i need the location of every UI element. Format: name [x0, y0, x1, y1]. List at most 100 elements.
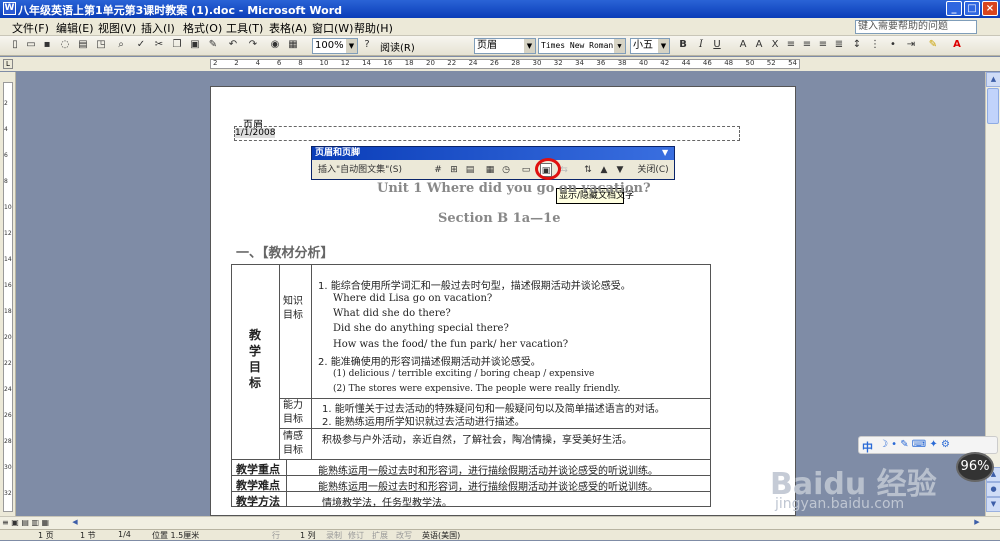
- select-browse-object-icon[interactable]: ●: [986, 482, 1000, 497]
- distribute-icon[interactable]: ≣: [832, 38, 846, 52]
- save-icon[interactable]: ▪: [40, 38, 54, 52]
- style-select[interactable]: 页眉 ▼: [474, 38, 536, 54]
- format-painter-icon[interactable]: ✎: [206, 38, 220, 52]
- menu-insert[interactable]: 插入(I): [141, 20, 175, 36]
- print-icon[interactable]: ▤: [76, 38, 90, 52]
- underline-button[interactable]: U: [710, 38, 724, 52]
- copy-icon[interactable]: ❐: [170, 38, 184, 52]
- vertical-ruler-tick-label: 20: [4, 334, 12, 341]
- menu-edit[interactable]: 编辑(E): [56, 20, 94, 36]
- highlight-color-icon[interactable]: ✎: [926, 38, 940, 52]
- goals-label: 教学目标: [249, 328, 262, 390]
- help-icon[interactable]: ?: [360, 38, 374, 52]
- show-previous-icon[interactable]: ▲: [598, 163, 610, 177]
- menu-tools[interactable]: 工具(T): [226, 20, 263, 36]
- char-border-icon[interactable]: A: [736, 38, 750, 52]
- ruler-tick-label: 32: [553, 59, 563, 67]
- page-setup-icon[interactable]: ▭: [520, 163, 532, 177]
- emotion-line: 积极参与户外活动，亲近自然，了解社会，陶冶情操，享受美好生活。: [322, 435, 632, 446]
- zoom-select[interactable]: 100% ▼: [312, 38, 358, 54]
- new-document-icon[interactable]: ▯: [8, 38, 22, 52]
- knowledge-line: (1) delicious / terrible exciting / bori…: [333, 369, 595, 379]
- align-right-icon[interactable]: ≡: [816, 38, 830, 52]
- font-color-icon[interactable]: A: [950, 38, 964, 52]
- header-footer-toolbar: 页眉和页脚 ▼ 插入"自动图文集"(S) # ⊞ ▤ ▦ ◷ ▭ ▣ ⇆ ⇅ ▲…: [311, 146, 675, 180]
- minimize-button[interactable]: _: [946, 1, 962, 16]
- menu-file[interactable]: 文件(F): [12, 20, 49, 36]
- close-header-footer-button[interactable]: 关闭(C): [634, 163, 672, 177]
- tab-selector-icon[interactable]: L: [3, 59, 13, 69]
- scroll-left-icon[interactable]: ◀: [70, 518, 80, 528]
- scroll-right-icon[interactable]: ▶: [972, 518, 982, 528]
- menu-bar: 文件(F) 编辑(E) 视图(V) 插入(I) 格式(O) 工具(T) 表格(A…: [0, 18, 1000, 36]
- knowledge-line: Where did Lisa go on vacation?: [333, 293, 493, 304]
- ruler-tick-label: 52: [766, 59, 776, 67]
- hyperlink-icon[interactable]: ◉: [268, 38, 282, 52]
- undo-icon[interactable]: ↶: [226, 38, 240, 52]
- show-next-icon[interactable]: ▼: [614, 163, 626, 177]
- menu-view[interactable]: 视图(V): [98, 20, 136, 36]
- paste-icon[interactable]: ▣: [188, 38, 202, 52]
- status-overtype[interactable]: 改写: [396, 530, 412, 541]
- bullets-icon[interactable]: •: [886, 38, 900, 52]
- toolbar-options-icon[interactable]: ▼: [662, 148, 668, 157]
- open-folder-icon[interactable]: ▭: [24, 38, 38, 52]
- menu-window[interactable]: 窗口(W): [312, 20, 353, 36]
- word-app-icon[interactable]: W: [3, 2, 16, 15]
- vertical-ruler-tick-label: 32: [4, 490, 12, 497]
- numbering-icon[interactable]: ⋮: [868, 38, 882, 52]
- ruler-tick-label: 46: [702, 59, 712, 67]
- insert-time-icon[interactable]: ◷: [500, 163, 512, 177]
- insert-autotext-button[interactable]: 插入"自动图文集"(S): [318, 163, 422, 177]
- vertical-ruler-tick-label: 14: [4, 256, 12, 263]
- vertical-ruler[interactable]: 2 4 6 8 10 12 14 16 18 20 22 24 26 28 30 32: [0, 72, 16, 516]
- horizontal-ruler[interactable]: L 2 2 4 6 8 10 12 14 16 18 20 22 24 26 28 30 32 34 36 38 40 4…: [0, 57, 1000, 71]
- print-preview-icon[interactable]: ◳: [94, 38, 108, 52]
- insert-date-icon[interactable]: ▦: [484, 163, 496, 177]
- maximize-button[interactable]: □: [964, 1, 980, 16]
- status-extend[interactable]: 扩展: [372, 530, 388, 541]
- char-shading-icon[interactable]: A: [752, 38, 766, 52]
- align-justify-icon[interactable]: ≡: [784, 38, 798, 52]
- insert-page-number-icon[interactable]: #: [432, 163, 444, 177]
- status-track[interactable]: 修订: [348, 530, 364, 541]
- menu-format[interactable]: 格式(O): [183, 20, 222, 36]
- close-button[interactable]: ×: [982, 1, 998, 16]
- menu-help[interactable]: 帮助(H): [354, 20, 393, 36]
- table-divider: [279, 398, 711, 399]
- research-icon[interactable]: ⌕: [114, 38, 128, 52]
- scrollbar-thumb[interactable]: [987, 88, 999, 124]
- next-page-icon[interactable]: ▼: [986, 497, 1000, 512]
- status-line: 行: [272, 531, 280, 540]
- font-select[interactable]: Times New Roman ▼: [538, 38, 626, 54]
- permission-icon[interactable]: ◌: [58, 38, 72, 52]
- italic-button[interactable]: I: [694, 38, 708, 52]
- insert-page-count-icon[interactable]: ⊞: [448, 163, 460, 177]
- spelling-icon[interactable]: ✓: [134, 38, 148, 52]
- redo-icon[interactable]: ↷: [246, 38, 260, 52]
- ime-language[interactable]: 中: [862, 439, 873, 455]
- format-page-number-icon[interactable]: ▤: [464, 163, 476, 177]
- menu-table[interactable]: 表格(A): [269, 20, 307, 36]
- ime-tools-icon[interactable]: ☽ • ✎ ⌨ ✦ ⚙: [879, 439, 950, 450]
- table-icon[interactable]: ▦: [286, 38, 300, 52]
- header-area[interactable]: 1/1/2008: [234, 126, 740, 141]
- zoom-value: 100%: [315, 40, 344, 51]
- font-size-select[interactable]: 小五 ▼: [630, 38, 670, 54]
- indent-icon[interactable]: ⇥: [904, 38, 918, 52]
- help-search-input[interactable]: 键入需要帮助的问题: [855, 20, 977, 34]
- window-title: 八年级英语上第1单元第3课时教案 (1).doc - Microsoft Wor…: [18, 4, 342, 17]
- vertical-ruler-tick-label: 4: [4, 126, 8, 133]
- scroll-up-icon[interactable]: ▲: [986, 72, 1000, 87]
- horizontal-scrollbar[interactable]: ≡ ▣ ▤ ▥ ▦ ◀ ▶: [0, 516, 1000, 529]
- view-buttons-icon[interactable]: ≡ ▣ ▤ ▥ ▦: [2, 518, 49, 527]
- status-record[interactable]: 录制: [326, 530, 342, 541]
- read-mode-button[interactable]: 阅读(R): [380, 39, 415, 54]
- switch-header-footer-icon[interactable]: ⇅: [582, 163, 594, 177]
- align-center-icon[interactable]: ≡: [800, 38, 814, 52]
- key-point-text: 能熟练运用一般过去时和形容词，进行描绘假期活动并谈论感受的听说训练。: [318, 466, 658, 477]
- cut-icon[interactable]: ✂: [152, 38, 166, 52]
- char-scale-icon[interactable]: X: [768, 38, 782, 52]
- bold-button[interactable]: B: [676, 38, 690, 52]
- line-spacing-icon[interactable]: ↕: [850, 38, 864, 52]
